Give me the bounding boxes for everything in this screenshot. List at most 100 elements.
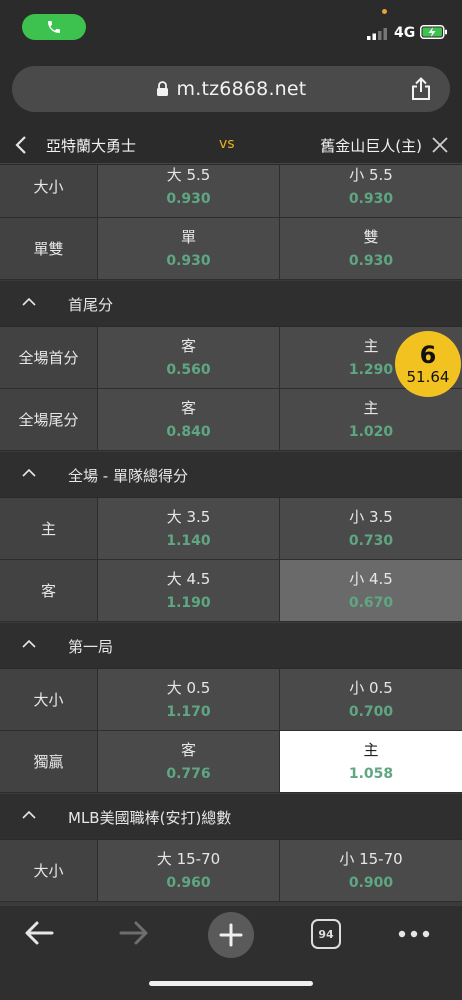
option-label: 客: [180, 398, 196, 417]
option-label: 大 4.5: [166, 569, 211, 588]
odds-row: 獨贏 客 0.776 主 1.058: [0, 731, 462, 793]
home-team-name: 舊金山巨人(主): [320, 137, 422, 155]
odds-list: 大小 大 5.5 0.930 小 5.5 0.930 單雙 單 0.930 雙 …: [0, 165, 462, 905]
odds-value: 1.190: [166, 594, 211, 611]
odds-value: 0.930: [348, 190, 394, 207]
option-label: 大 15-70: [156, 849, 221, 868]
odds-value: 0.560: [166, 361, 211, 378]
odds-row: 大小 大 0.5 1.170 小 0.5 0.700: [0, 669, 462, 731]
chevron-up-icon: [22, 297, 36, 306]
odds-cell-left[interactable]: 大 3.5 1.140: [98, 498, 280, 559]
odds-value: 0.700: [348, 703, 394, 720]
option-label: 小 15-70: [339, 849, 403, 868]
new-tab-button[interactable]: [208, 912, 254, 958]
option-label: 大 3.5: [166, 507, 211, 526]
odds-value: 0.730: [348, 532, 394, 549]
section-header-first-last-score[interactable]: 首尾分: [0, 281, 462, 327]
odds-row: 主 大 3.5 1.140 小 3.5 0.730: [0, 498, 462, 560]
odds-value: 1.020: [348, 423, 394, 440]
odds-cell-left[interactable]: 大 4.5 1.190: [98, 560, 280, 621]
odds-cell-right[interactable]: 小 0.5 0.700: [280, 669, 462, 730]
lock-icon: [156, 81, 168, 96]
option-label: 小 4.5: [349, 569, 393, 588]
odds-cell-left[interactable]: 大 5.5 0.930: [98, 165, 280, 217]
option-label: 雙: [363, 227, 379, 246]
option-label: 主: [363, 740, 379, 759]
market-label: 單雙: [0, 218, 98, 279]
section-header-team-total[interactable]: 全場 - 單隊總得分: [0, 452, 462, 498]
odds-cell-right[interactable]: 小 3.5 0.730: [280, 498, 462, 559]
odds-cell-left[interactable]: 客 0.840: [98, 389, 280, 450]
section-header-first-inning[interactable]: 第一局: [0, 623, 462, 669]
vs-label: vs: [219, 136, 235, 152]
close-icon[interactable]: [432, 137, 448, 153]
odds-cell-left[interactable]: 客 0.776: [98, 731, 280, 792]
odds-value: 0.670: [348, 594, 394, 611]
option-label: 小 3.5: [349, 507, 393, 526]
odds-cell-left[interactable]: 客 0.560: [98, 327, 280, 388]
odds-value: 1.140: [166, 532, 211, 549]
odds-cell-right-highlighted[interactable]: 小 4.5 0.670: [280, 560, 462, 621]
home-indicator: [149, 981, 313, 986]
call-indicator[interactable]: [22, 14, 86, 40]
odds-value: 0.930: [166, 190, 211, 207]
bet-slip-badge[interactable]: 6 51.64: [395, 331, 461, 397]
section-title: MLB美國職棒(安打)總數: [68, 809, 232, 827]
odds-cell-right[interactable]: 小 5.5 0.930: [280, 165, 462, 217]
odds-row: 全場首分 客 0.560 主 1.290: [0, 327, 462, 389]
odds-cell-left[interactable]: 單 0.930: [98, 218, 280, 279]
odds-value: 1.170: [166, 703, 211, 720]
option-label: 客: [180, 740, 196, 759]
odds-value: 1.290: [348, 361, 394, 378]
odds-row: 大小 大 15-70 0.960 小 15-70 0.900: [0, 840, 462, 902]
odds-cell-right[interactable]: 雙 0.930: [280, 218, 462, 279]
odds-cell-left[interactable]: 大 15-70 0.960: [98, 840, 280, 901]
section-title: 全場 - 單隊總得分: [68, 467, 188, 485]
option-label: 大 5.5: [166, 165, 211, 184]
tabs-button[interactable]: 94: [311, 919, 341, 949]
market-label: 大小: [0, 840, 98, 901]
odds-cell-right-selected[interactable]: 主 1.058: [280, 731, 462, 792]
odds-value: 0.900: [348, 874, 394, 891]
option-label: 單: [180, 227, 196, 246]
market-label: 獨贏: [0, 731, 98, 792]
network-type: 4G: [394, 25, 416, 41]
market-label: 全場尾分: [0, 389, 98, 450]
odds-cell-right[interactable]: 小 15-70 0.900: [280, 840, 462, 901]
odds-value: 0.960: [166, 874, 211, 891]
back-chevron-icon[interactable]: [14, 135, 28, 155]
section-title: 首尾分: [68, 296, 114, 314]
odds-value: 0.776: [166, 765, 211, 782]
market-label: 全場首分: [0, 327, 98, 388]
odds-value: 0.930: [166, 252, 211, 269]
chevron-up-icon: [22, 810, 36, 819]
option-label: 大 0.5: [166, 678, 211, 697]
odds-cell-right[interactable]: 主 1.020: [280, 389, 462, 450]
signal-icon: [367, 28, 387, 40]
bet-amount: 51.64: [406, 368, 450, 386]
market-label: 大小: [0, 165, 98, 217]
more-icon[interactable]: [398, 930, 430, 938]
odds-cell-left[interactable]: 大 0.5 1.170: [98, 669, 280, 730]
option-label: 客: [180, 336, 196, 355]
url-text: m.tz6868.net: [176, 78, 307, 100]
odds-value: 1.058: [348, 765, 394, 782]
match-header: 亞特蘭大勇士 vs 舊金山巨人(主): [0, 126, 462, 164]
bet-count: 6: [419, 341, 437, 369]
section-header-mlb-hits-total[interactable]: MLB美國職棒(安打)總數: [0, 794, 462, 840]
status-bar: 4G: [0, 0, 462, 56]
chevron-up-icon: [22, 468, 36, 477]
share-icon[interactable]: [410, 77, 432, 101]
market-label: 客: [0, 560, 98, 621]
back-arrow-icon[interactable]: [24, 920, 54, 946]
forward-arrow-icon[interactable]: [119, 920, 149, 946]
plus-icon: [219, 923, 243, 947]
battery-charging-icon: [420, 25, 447, 39]
address-bar[interactable]: m.tz6868.net: [12, 66, 450, 112]
odds-value: 0.930: [348, 252, 394, 269]
privacy-indicator-dot: [382, 9, 387, 14]
option-label: 小 5.5: [349, 165, 393, 184]
option-label: 小 0.5: [349, 678, 393, 697]
tab-count: 94: [318, 927, 334, 941]
market-label: 主: [0, 498, 98, 559]
